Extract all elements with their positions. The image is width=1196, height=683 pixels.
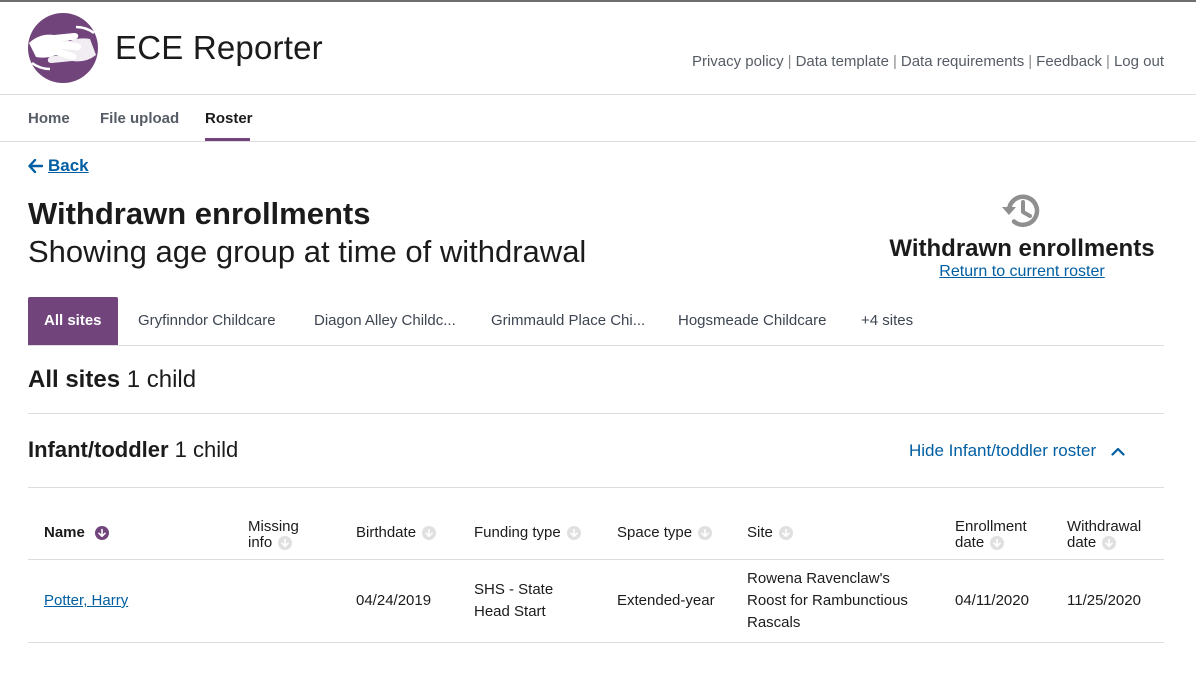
sort-icon[interactable] [1102, 536, 1117, 551]
column-header-missing-info[interactable]: Missing info [248, 519, 299, 551]
column-label: Birthdate [356, 524, 417, 541]
site-summary: All sites 1 child [28, 366, 196, 394]
sort-icon[interactable] [566, 526, 581, 541]
column-label: Space type [617, 524, 693, 541]
nav-item-file-upload[interactable]: File upload [100, 110, 179, 127]
tab-all-sites[interactable]: All sites [28, 297, 118, 345]
cell-line: SHS - State [474, 581, 554, 598]
age-group-label: Infant/toddler [28, 437, 169, 462]
tab-gryfinndor-childcare[interactable]: Gryfinndor Childcare [138, 297, 276, 345]
column-label: date [955, 534, 985, 551]
column-header-birthdate[interactable]: Birthdate [356, 524, 437, 541]
site-header: ECE Reporter Privacy policy | Data templat… [0, 2, 1196, 95]
sort-icon[interactable] [698, 526, 713, 541]
cell-birthdate: 04/24/2019 [356, 592, 432, 609]
tab-more-sites[interactable]: +4 sites [861, 297, 913, 345]
feedback-link[interactable]: Feedback [1036, 53, 1102, 70]
table-header: Name Missing info Birthdate Funding type… [28, 510, 1164, 560]
history-icon [1002, 194, 1040, 228]
column-header-funding-type[interactable]: Funding type [474, 525, 581, 541]
age-group-heading: Infant/toddler 1 child [28, 437, 238, 463]
column-label: Site [747, 524, 773, 541]
link-separator: | [1028, 53, 1033, 70]
child-name-link[interactable]: Potter, Harry [44, 592, 128, 609]
tab-hogsmeade-childcare[interactable]: Hogsmeade Childcare [678, 297, 826, 345]
site-tabs: All sites Gryfinndor Childcare Diagon Al… [28, 297, 1164, 346]
tab-diagon-alley-childcare[interactable]: Diagon Alley Childc... [314, 297, 456, 345]
cell-enrollment-date: 04/11/2020 [955, 592, 1029, 609]
cell-name: Potter, Harry [44, 590, 128, 612]
sort-icon[interactable] [990, 536, 1005, 551]
table-row: Potter, Harry 04/24/2019 SHS - State Hea… [28, 560, 1164, 643]
sort-icon[interactable] [778, 526, 793, 541]
column-header-enrollment-date[interactable]: Enrollment date [955, 519, 1027, 551]
hide-roster-toggle[interactable]: Hide Infant/toddler roster [909, 441, 1125, 461]
nav-item-roster[interactable]: Roster [205, 110, 253, 127]
return-to-roster-link[interactable]: Return to current roster [888, 263, 1156, 281]
back-label: Back [48, 156, 89, 175]
site-summary-label: All sites [28, 366, 121, 393]
cell-line: Rowena Ravenclaw's [747, 570, 890, 587]
column-label: info [248, 534, 273, 551]
hands-logo-icon[interactable] [26, 13, 99, 83]
sort-descending-icon[interactable] [95, 526, 110, 541]
column-label: Funding type [474, 524, 561, 541]
column-label: Withdrawal [1067, 518, 1142, 535]
column-label: Name [44, 524, 85, 541]
column-label: date [1067, 534, 1097, 551]
cell-funding-type: SHS - State Head Start [474, 579, 553, 623]
link-separator: | [892, 53, 897, 70]
divider [28, 413, 1164, 414]
column-header-name[interactable]: Name [44, 524, 110, 541]
tab-grimmauld-place-childcare[interactable]: Grimmauld Place Chi... [491, 297, 645, 345]
cell-line: Head Start [474, 603, 546, 620]
age-group-count: 1 child [174, 437, 239, 462]
cell-space-type: Extended-year [617, 592, 715, 609]
active-nav-indicator [205, 138, 250, 141]
withdrawn-panel-title: Withdrawn enrollments [889, 235, 1155, 262]
chevron-up-icon [1111, 447, 1125, 456]
sort-icon[interactable] [278, 536, 293, 551]
column-header-withdrawal-date[interactable]: Withdrawal date [1067, 519, 1141, 551]
primary-nav: Home File upload Roster [0, 96, 1196, 142]
back-link[interactable]: Back [28, 156, 89, 176]
link-separator: | [787, 53, 792, 70]
log-out-link[interactable]: Log out [1114, 53, 1164, 70]
data-requirements-link[interactable]: Data requirements [901, 53, 1024, 70]
page-subtitle: Showing age group at time of withdrawal [28, 234, 587, 269]
divider [28, 487, 1164, 488]
link-separator: | [1106, 53, 1110, 70]
column-header-space-type[interactable]: Space type [617, 524, 713, 541]
cell-line: Roost for Rambunctious [747, 592, 908, 609]
data-template-link[interactable]: Data template [796, 53, 889, 70]
cell-withdrawal-date: 11/25/2020 [1067, 592, 1141, 609]
arrow-left-icon [28, 159, 43, 173]
page-title: Withdrawn enrollments [28, 196, 371, 231]
column-label: Missing [248, 518, 299, 535]
cell-line: Rascals [747, 614, 801, 631]
app-title: ECE Reporter [115, 29, 323, 66]
utility-links: Privacy policy | Data template | Data requir… [692, 53, 1164, 70]
privacy-policy-link[interactable]: Privacy policy [692, 53, 784, 70]
cell-site: Rowena Ravenclaw's Roost for Rambunctiou… [747, 568, 908, 634]
column-label: Enrollment [955, 518, 1027, 535]
nav-item-home[interactable]: Home [28, 110, 70, 127]
column-header-site[interactable]: Site [747, 525, 793, 541]
site-summary-count: 1 child [126, 366, 197, 393]
hide-roster-label: Hide Infant/toddler roster [909, 441, 1097, 460]
sort-icon[interactable] [422, 526, 437, 541]
